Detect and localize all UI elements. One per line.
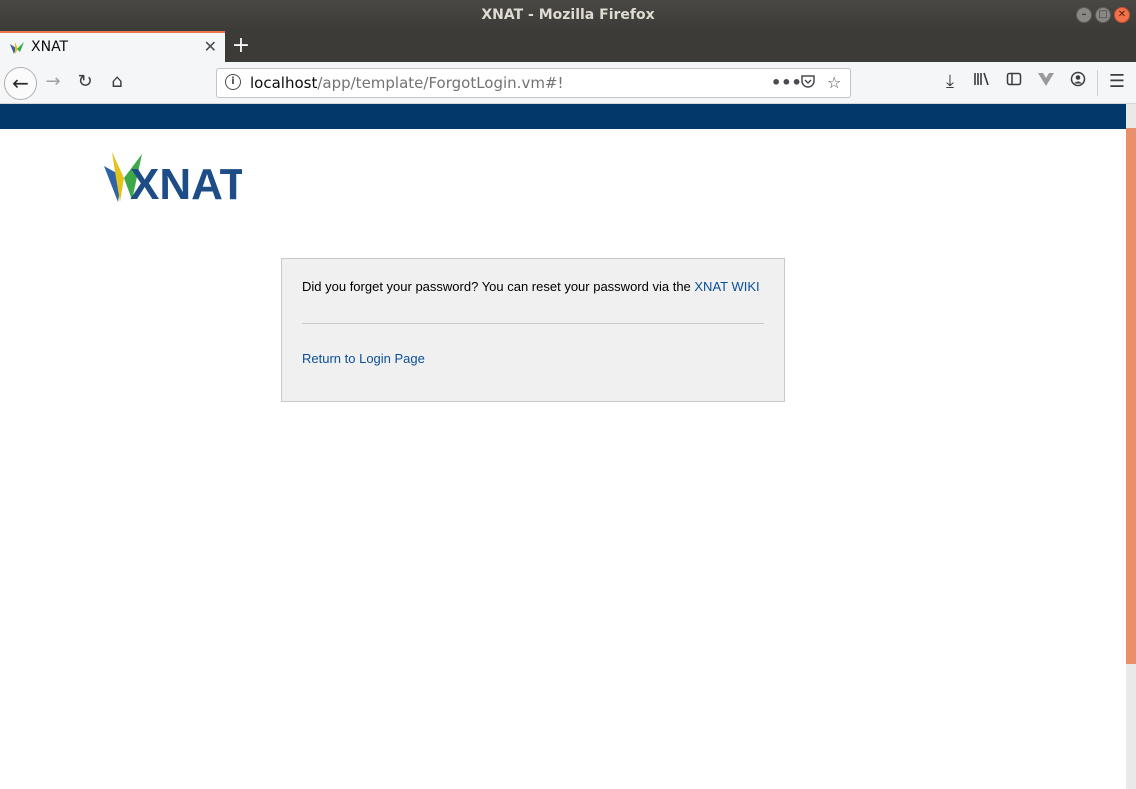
tab-title: XNAT xyxy=(31,39,69,55)
library-icon[interactable] xyxy=(971,71,993,93)
url-bar[interactable]: i localhost/app/template/ForgotLogin.vm#… xyxy=(216,68,851,98)
forgot-password-panel: Did you forget your password? You can re… xyxy=(281,258,785,402)
scrollbar-thumb[interactable] xyxy=(1126,128,1136,664)
window-controls: – □ ✕ xyxy=(1076,7,1130,23)
page-content: XNAT Did you forget your password? You c… xyxy=(0,104,1126,789)
reload-icon[interactable]: ↻ xyxy=(74,71,96,93)
navigation-toolbar: ← → ↻ ⌂ i localhost/app/template/ForgotL… xyxy=(0,62,1136,104)
tab-xnat[interactable]: XNAT ✕ xyxy=(0,31,225,62)
pocket-icon[interactable] xyxy=(800,73,816,93)
xnat-favicon-icon xyxy=(10,42,24,54)
url-text[interactable]: localhost/app/template/ForgotLogin.vm#! xyxy=(250,74,564,92)
window-titlebar: XNAT - Mozilla Firefox – □ ✕ xyxy=(0,0,1136,31)
url-path: /app/template/ForgotLogin.vm#! xyxy=(317,74,564,92)
header-band xyxy=(0,104,1126,129)
message-text: Did you forget your password? You can re… xyxy=(302,279,695,294)
menu-icon[interactable]: ☰ xyxy=(1106,71,1128,93)
sidebar-icon[interactable] xyxy=(1003,71,1025,93)
page-scrollbar[interactable] xyxy=(1126,104,1136,789)
minimize-button[interactable]: – xyxy=(1076,7,1092,23)
page-actions-icon[interactable]: ••• xyxy=(771,73,802,92)
tab-close-icon[interactable]: ✕ xyxy=(204,37,217,56)
back-icon[interactable]: ← xyxy=(4,67,37,100)
extension-icon[interactable] xyxy=(1035,71,1057,93)
toolbar-separator xyxy=(1097,70,1098,96)
forgot-password-message: Did you forget your password? You can re… xyxy=(302,279,760,294)
home-icon[interactable]: ⌂ xyxy=(106,71,128,93)
xnat-wiki-link[interactable]: XNAT WIKI xyxy=(694,279,759,294)
forward-icon[interactable]: → xyxy=(42,71,64,93)
xnat-logo[interactable]: XNAT xyxy=(102,148,247,209)
logo-text: XNAT xyxy=(130,160,242,204)
info-icon[interactable]: i xyxy=(225,74,241,90)
maximize-button[interactable]: □ xyxy=(1095,7,1111,23)
window-title: XNAT - Mozilla Firefox xyxy=(481,7,655,23)
url-host: localhost xyxy=(250,74,318,92)
close-window-button[interactable]: ✕ xyxy=(1114,7,1130,23)
tab-strip: XNAT ✕ + xyxy=(0,31,1136,62)
account-icon[interactable] xyxy=(1067,71,1089,93)
new-tab-button[interactable]: + xyxy=(231,32,251,60)
bookmark-star-icon[interactable]: ☆ xyxy=(827,73,841,92)
return-to-login-link[interactable]: Return to Login Page xyxy=(302,351,425,366)
return-row: Return to Login Page xyxy=(302,351,425,366)
downloads-icon[interactable]: ⤓ xyxy=(939,71,961,93)
panel-divider xyxy=(302,323,764,324)
